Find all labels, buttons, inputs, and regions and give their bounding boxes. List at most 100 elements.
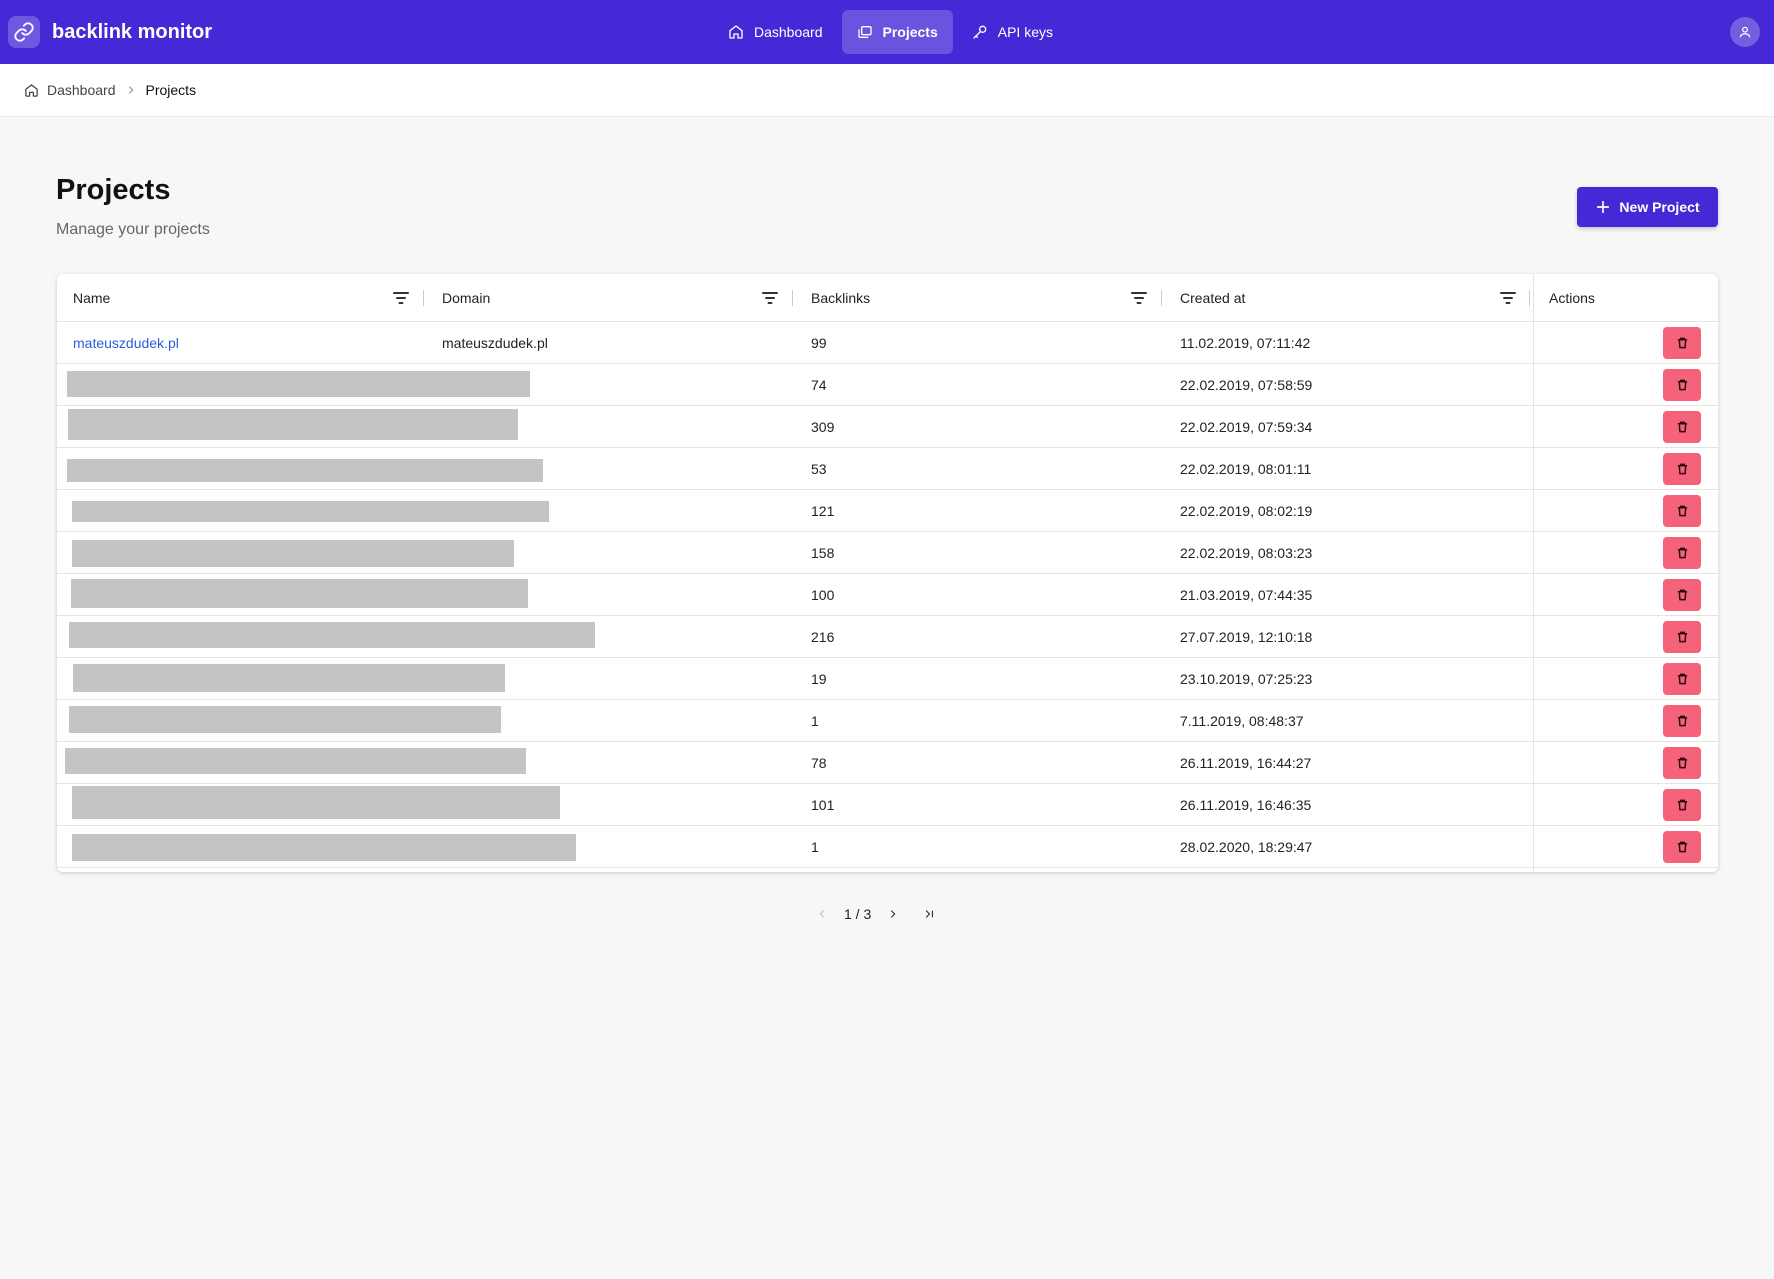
project-created-at: 28.02.2020, 18:29:47 xyxy=(1180,839,1313,855)
redacted-block xyxy=(69,622,595,648)
page-title: Projects xyxy=(56,174,171,206)
column-resize-handle[interactable] xyxy=(1161,290,1162,306)
trash-icon xyxy=(1677,799,1687,811)
breadcrumb-current: Projects xyxy=(145,82,197,98)
project-created-at: 21.03.2019, 07:44:35 xyxy=(1180,587,1313,603)
project-created-at: 22.02.2019, 07:58:59 xyxy=(1180,377,1313,393)
table-row: 216 27.07.2019, 12:10:18 xyxy=(57,616,1718,658)
delete-button[interactable] xyxy=(1663,327,1701,359)
delete-button[interactable] xyxy=(1663,663,1701,695)
project-backlinks: 101 xyxy=(811,797,835,813)
table-row: 53 22.02.2019, 08:01:11 xyxy=(57,448,1718,490)
breadcrumb: Dashboard Projects xyxy=(24,82,196,98)
project-created-at: 22.02.2019, 08:03:23 xyxy=(1180,545,1313,561)
project-name-link[interactable]: mateuszdudek.pl xyxy=(73,322,179,364)
column-header-actions: Actions xyxy=(1549,290,1595,306)
table-row: mateuszdudek.pl mateuszdudek.pl 99 11.02… xyxy=(57,322,1718,364)
redacted-block xyxy=(72,501,549,522)
new-project-button[interactable]: New Project xyxy=(1577,187,1718,227)
last-page-button[interactable] xyxy=(917,902,941,926)
table-row: 309 22.02.2019, 07:59:34 xyxy=(57,406,1718,448)
nav-dashboard[interactable]: Dashboard xyxy=(713,10,838,54)
project-backlinks: 19 xyxy=(811,671,827,687)
home-icon xyxy=(729,25,743,39)
redacted-block xyxy=(72,834,576,861)
trash-icon xyxy=(1677,463,1687,475)
delete-button[interactable] xyxy=(1663,453,1701,485)
nav-api-keys-label: API keys xyxy=(997,24,1053,40)
table-row: 1 28.02.2020, 18:29:47 xyxy=(57,826,1718,868)
brand[interactable]: backlink monitor xyxy=(8,16,212,48)
delete-button[interactable] xyxy=(1663,789,1701,821)
column-header-created-at[interactable]: Created at xyxy=(1180,274,1245,322)
new-project-label: New Project xyxy=(1619,199,1700,215)
redacted-block xyxy=(72,540,514,567)
table-row: 100 21.03.2019, 07:44:35 xyxy=(57,574,1718,616)
previous-page-button[interactable] xyxy=(810,902,834,926)
trash-icon xyxy=(1677,505,1687,517)
table-header: Name Domain Backlinks Created at Actions xyxy=(57,274,1718,322)
filter-icon[interactable] xyxy=(762,291,778,305)
project-backlinks: 78 xyxy=(811,755,827,771)
nav-projects[interactable]: Projects xyxy=(841,10,953,54)
delete-button[interactable] xyxy=(1663,411,1701,443)
table-row: 1 7.11.2019, 08:48:37 xyxy=(57,700,1718,742)
redacted-block xyxy=(65,748,526,774)
trash-icon xyxy=(1677,673,1687,685)
user-icon xyxy=(1739,26,1751,38)
project-backlinks: 99 xyxy=(811,335,827,351)
delete-button[interactable] xyxy=(1663,537,1701,569)
delete-button[interactable] xyxy=(1663,747,1701,779)
filter-icon[interactable] xyxy=(1131,291,1147,305)
key-icon xyxy=(973,25,987,39)
trash-icon xyxy=(1677,715,1687,727)
project-domain: mateuszdudek.pl xyxy=(442,335,548,351)
column-header-backlinks[interactable]: Backlinks xyxy=(811,274,870,322)
chevron-left-icon xyxy=(819,910,825,918)
table-row: 121 22.02.2019, 08:02:19 xyxy=(57,490,1718,532)
trash-icon xyxy=(1677,757,1687,769)
project-backlinks: 100 xyxy=(811,587,835,603)
breadcrumb-dashboard[interactable]: Dashboard xyxy=(24,82,116,98)
redacted-block xyxy=(69,706,501,733)
project-created-at: 22.02.2019, 07:59:34 xyxy=(1180,419,1313,435)
column-header-domain[interactable]: Domain xyxy=(442,274,490,322)
column-resize-handle[interactable] xyxy=(423,290,424,306)
trash-icon xyxy=(1677,841,1687,853)
nav-dashboard-label: Dashboard xyxy=(754,24,823,40)
column-resize-handle[interactable] xyxy=(1529,290,1530,306)
trash-icon xyxy=(1677,379,1687,391)
delete-button[interactable] xyxy=(1663,831,1701,863)
filter-icon[interactable] xyxy=(1500,291,1516,305)
chevron-right-icon xyxy=(891,910,896,918)
projects-table: Name Domain Backlinks Created at Actions… xyxy=(57,274,1718,872)
filter-icon[interactable] xyxy=(393,291,409,305)
project-backlinks: 1 xyxy=(811,839,819,855)
nav-projects-label: Projects xyxy=(882,24,938,40)
user-avatar-button[interactable] xyxy=(1730,17,1760,47)
breadcrumb-dashboard-label: Dashboard xyxy=(47,82,116,98)
nav-api-keys[interactable]: API keys xyxy=(957,10,1068,54)
breadcrumb-bar: Dashboard Projects xyxy=(0,64,1774,117)
delete-button[interactable] xyxy=(1663,495,1701,527)
chevron-right-icon xyxy=(126,85,136,95)
column-resize-handle[interactable] xyxy=(792,290,793,306)
table-row: 74 22.02.2019, 07:58:59 xyxy=(57,364,1718,406)
project-created-at: 26.11.2019, 16:44:27 xyxy=(1180,755,1312,771)
delete-button[interactable] xyxy=(1663,621,1701,653)
delete-button[interactable] xyxy=(1663,705,1701,737)
main-nav: Dashboard Projects API keys xyxy=(713,10,1072,54)
delete-button[interactable] xyxy=(1663,579,1701,611)
next-page-button[interactable] xyxy=(881,902,905,926)
delete-button[interactable] xyxy=(1663,369,1701,401)
table-row: 101 26.11.2019, 16:46:35 xyxy=(57,784,1718,826)
project-backlinks: 158 xyxy=(811,545,835,561)
redacted-block xyxy=(67,459,543,482)
redacted-block xyxy=(72,786,560,819)
trash-icon xyxy=(1677,631,1687,643)
project-backlinks: 121 xyxy=(811,503,835,519)
column-header-name[interactable]: Name xyxy=(73,274,110,322)
table-row: 158 22.02.2019, 08:03:23 xyxy=(57,532,1718,574)
page-indicator: 1 / 3 xyxy=(844,906,872,922)
project-backlinks: 1 xyxy=(811,713,819,729)
